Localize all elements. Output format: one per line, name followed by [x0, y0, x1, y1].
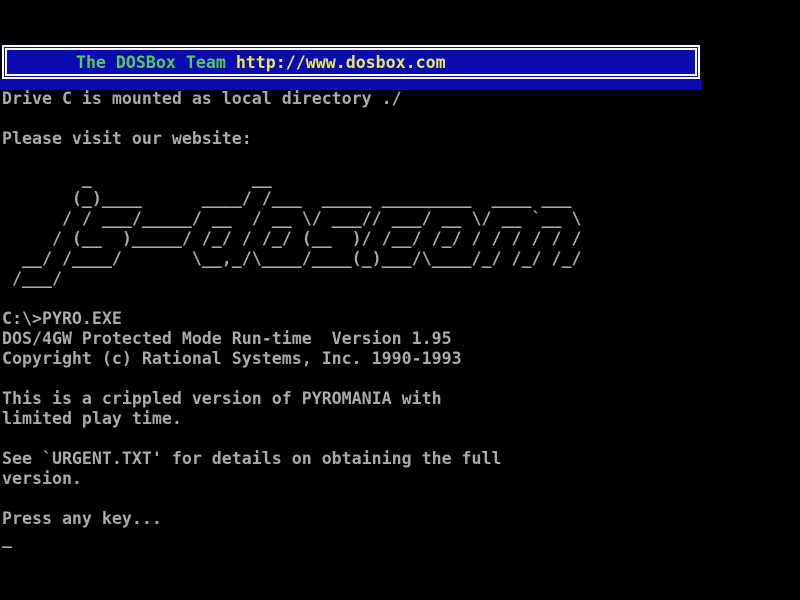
jsdos-ascii-logo-line: / / ___/_____/ __ / __ \/ ___// ___/ __ …: [2, 209, 581, 229]
jsdos-ascii-logo-line: (_)____ ____/ /___ _____ _________ ____ …: [2, 189, 581, 209]
text-cursor: _: [2, 529, 581, 549]
website-message: Please visit our website:: [2, 129, 581, 149]
terminal-line: [2, 109, 581, 129]
terminal-output: Drive C is mounted as local directory ./…: [2, 89, 581, 549]
terminal-line: [2, 289, 581, 309]
dosbox-team-label: The DOSBox Team: [76, 53, 226, 72]
crippled-version-line-2: limited play time.: [2, 409, 581, 429]
copyright-line: Copyright (c) Rational Systems, Inc. 199…: [2, 349, 581, 369]
urgent-txt-line-1: See `URGENT.TXT' for details on obtainin…: [2, 449, 581, 469]
press-any-key-message: Press any key...: [2, 509, 581, 529]
jsdos-ascii-logo-line: __/ /____/ \__,_/\____/____(_)___/\____/…: [2, 249, 581, 269]
jsdos-ascii-logo-line: / (__ )_____/ /_/ / /_/ (__ )/ /__/ /_/ …: [2, 229, 581, 249]
urgent-txt-line-2: version.: [2, 469, 581, 489]
terminal-line: [2, 489, 581, 509]
dosbox-website-url: http://www.dosbox.com: [236, 53, 446, 72]
jsdos-ascii-logo-line: _ __: [2, 169, 581, 189]
dos-screen[interactable]: The DOSBox Team http://www.dosbox.com Dri…: [0, 0, 800, 600]
dos4gw-version-line: DOS/4GW Protected Mode Run-time Version …: [2, 329, 581, 349]
terminal-line: [2, 369, 581, 389]
terminal-line: [2, 429, 581, 449]
drive-mount-message: Drive C is mounted as local directory ./: [2, 89, 581, 109]
dosbox-banner: The DOSBox Team http://www.dosbox.com: [2, 45, 700, 79]
crippled-version-line-1: This is a crippled version of PYROMANIA …: [2, 389, 581, 409]
jsdos-ascii-logo-line: /___/: [2, 269, 581, 289]
terminal-line: [2, 149, 581, 169]
command-prompt-line: C:\>PYRO.EXE: [2, 309, 581, 329]
